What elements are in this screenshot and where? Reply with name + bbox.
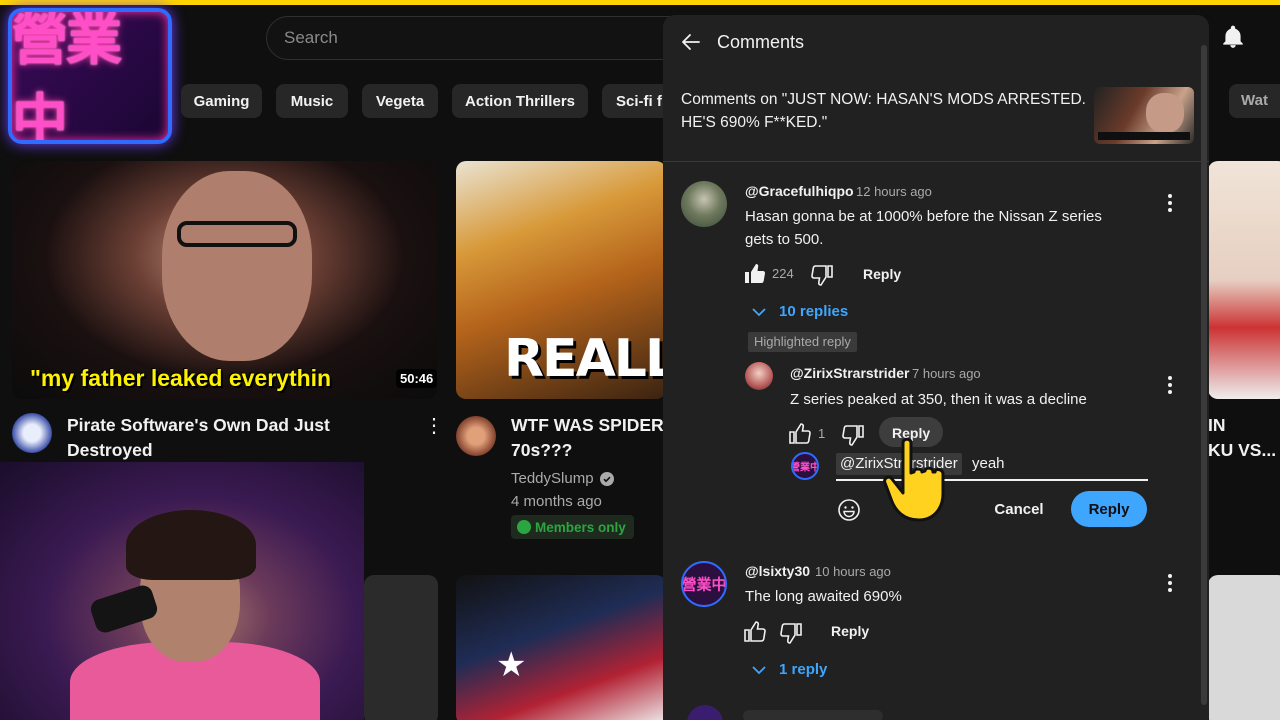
replies-toggle[interactable]: 10 replies xyxy=(751,303,848,320)
thumbs-up-icon[interactable] xyxy=(743,262,767,286)
thumb-face-shape xyxy=(162,171,312,361)
comments-panel: Comments Comments on "JUST NOW: HASAN'S … xyxy=(663,15,1209,720)
more-vert-icon[interactable] xyxy=(1167,376,1173,396)
video-duration: 50:46 xyxy=(396,369,437,388)
panel-scrollbar[interactable] xyxy=(1201,45,1207,705)
video-title-3[interactable]: IN KU VS... xyxy=(1208,413,1280,463)
video-thumbnail-1[interactable]: "my father leaked everythin 50:46 xyxy=(12,161,437,399)
webcam-overlay xyxy=(0,462,364,720)
replies-count: 1 reply xyxy=(779,661,828,678)
like-count: 1 xyxy=(818,426,826,441)
comment-text: Hasan gonna be at 1000% before the Nissa… xyxy=(745,205,1145,251)
thumbs-down-icon[interactable] xyxy=(841,423,865,447)
comment-time[interactable]: 12 hours ago xyxy=(856,184,932,199)
thumbs-down-icon[interactable] xyxy=(810,263,834,287)
screen: 營業中 Gaming Music Vegeta Action Thrillers… xyxy=(0,0,1280,720)
comment-author-peek xyxy=(743,710,883,720)
members-icon xyxy=(517,520,531,534)
video-title-line: Pirate Software's Own Dad Just Destroyed xyxy=(67,415,330,460)
comments-on-video-text: Comments on "JUST NOW: HASAN'S MODS ARRE… xyxy=(681,91,1086,131)
panel-title: Comments xyxy=(717,32,805,52)
thumbs-up-icon[interactable] xyxy=(788,422,812,446)
channel-avatar-2[interactable] xyxy=(456,416,496,456)
comments-video-thumbnail[interactable] xyxy=(1094,87,1194,144)
search-input[interactable] xyxy=(284,28,695,48)
hand-pointer-icon xyxy=(883,437,945,522)
thumbnail-caption: "my father leaked everythin xyxy=(30,365,332,391)
search-box[interactable] xyxy=(266,16,696,60)
reply-author[interactable]: @ZirixStrarstrider xyxy=(790,365,909,381)
comment-text-line: Hasan gonna be at 1000% before the Nissa… xyxy=(745,208,1102,225)
reply-time[interactable]: 7 hours ago xyxy=(912,366,981,381)
comment-text: The long awaited 690% xyxy=(745,588,902,605)
members-badge-label: Members only xyxy=(535,519,626,535)
thumbs-up-icon[interactable] xyxy=(743,620,767,644)
emoji-icon[interactable] xyxy=(837,498,861,522)
comment-author[interactable]: @lsixty30 xyxy=(745,563,810,579)
submit-reply-button[interactable]: Reply xyxy=(1071,491,1147,527)
comment-avatar[interactable] xyxy=(681,181,727,227)
chevron-down-icon xyxy=(752,307,766,316)
video-channel-2[interactable]: TeddySlump xyxy=(511,470,614,487)
video-title-line: IN xyxy=(1208,415,1226,435)
video-title-2[interactable]: WTF WAS SPIDER- 70s??? xyxy=(511,413,666,463)
comment-avatar[interactable]: 營業中 xyxy=(681,561,727,607)
verified-icon xyxy=(599,471,614,486)
chevron-down-icon xyxy=(752,665,766,674)
like-count: 224 xyxy=(772,266,794,281)
comment-avatar[interactable] xyxy=(687,705,723,720)
replies-count: 10 replies xyxy=(779,303,849,320)
video-thumbnail-4[interactable] xyxy=(364,575,438,720)
video-title-line: 70s??? xyxy=(511,440,573,460)
thumbs-down-icon[interactable] xyxy=(779,621,803,645)
webcam-person-hair xyxy=(126,510,256,580)
chip-wat[interactable]: Wat xyxy=(1229,84,1280,118)
comment-author[interactable]: @Gracefulhiqpo xyxy=(745,183,854,199)
chip-vegeta[interactable]: Vegeta xyxy=(362,84,438,118)
reply-button[interactable]: Reply xyxy=(831,623,869,639)
chip-gaming[interactable]: Gaming xyxy=(181,84,262,118)
chip-action-thrillers[interactable]: Action Thrillers xyxy=(452,84,588,118)
avatar-logo-text: 營業中 xyxy=(791,462,819,474)
channel-avatar-1[interactable] xyxy=(12,413,52,453)
more-vert-icon[interactable]: ⋮ xyxy=(424,413,444,438)
thumb-glasses-shape xyxy=(177,221,297,247)
logo-text: 營業中 xyxy=(12,8,122,144)
reply-text: Z series peaked at 350, then it was a de… xyxy=(790,391,1087,408)
video-thumbnail-6[interactable] xyxy=(1208,575,1280,720)
reply-input-value: yeah xyxy=(972,455,1005,472)
channel-name: TeddySlump xyxy=(511,470,594,487)
thumb-caption-bar xyxy=(1098,132,1190,140)
comment-time[interactable]: 10 hours ago xyxy=(815,564,891,579)
reply-button[interactable]: Reply xyxy=(863,266,901,282)
comments-panel-header: Comments xyxy=(663,15,1209,71)
video-age-2: 4 months ago xyxy=(511,493,602,510)
video-thumbnail-5[interactable]: ★ xyxy=(456,575,666,720)
cancel-button[interactable]: Cancel xyxy=(979,491,1059,527)
more-vert-icon[interactable] xyxy=(1167,194,1173,214)
thumbnail-caption: REALLY xyxy=(504,329,666,389)
panel-divider xyxy=(663,161,1209,162)
composer-avatar: 營業中 xyxy=(791,452,819,480)
star-shape: ★ xyxy=(496,646,527,684)
video-title-line: WTF WAS SPIDER- xyxy=(511,415,666,435)
video-title-line: KU VS... xyxy=(1208,440,1277,460)
top-accent-stripe xyxy=(0,0,1280,5)
video-thumbnail-3[interactable] xyxy=(1208,161,1280,399)
chip-music[interactable]: Music xyxy=(276,84,348,118)
thumb-face-shape xyxy=(1146,93,1184,133)
members-only-badge: Members only xyxy=(511,515,634,539)
arrow-left-icon[interactable] xyxy=(679,30,703,54)
replies-toggle[interactable]: 1 reply xyxy=(751,661,827,678)
bell-icon[interactable] xyxy=(1220,24,1246,50)
avatar-logo-text: 營業中 xyxy=(681,575,727,594)
channel-logo[interactable]: 營業中 xyxy=(8,8,172,144)
highlighted-reply-badge: Highlighted reply xyxy=(748,332,857,352)
reply-avatar[interactable] xyxy=(745,362,773,390)
comment-text-line: gets to 500. xyxy=(745,231,824,248)
more-vert-icon[interactable] xyxy=(1167,574,1173,594)
chip-scifi[interactable]: Sci-fi f xyxy=(602,84,672,118)
video-thumbnail-2[interactable]: REALLY xyxy=(456,161,666,399)
